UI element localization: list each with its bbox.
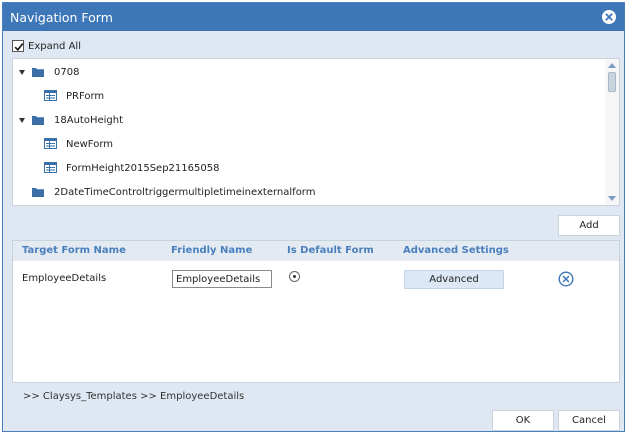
- advanced-settings-button[interactable]: Advanced: [404, 270, 504, 289]
- target-form-name-cell: EmployeeDetails: [22, 273, 107, 284]
- table-header: Target Form Name Friendly Name Is Defaul…: [13, 241, 619, 261]
- form-icon: [44, 162, 57, 173]
- column-header-target-form-name: Target Form Name: [22, 245, 126, 256]
- tree-item-label: 18AutoHeight: [54, 115, 123, 126]
- tree-item-prform[interactable]: PRForm: [13, 86, 603, 108]
- folder-icon: [32, 116, 44, 125]
- dialog-title: Navigation Form: [10, 10, 113, 25]
- tree-item-formheight[interactable]: FormHeight2015Sep21165058: [13, 158, 603, 180]
- scroll-up-arrow-icon[interactable]: [608, 63, 616, 68]
- form-mapping-table: Target Form Name Friendly Name Is Defaul…: [12, 240, 620, 383]
- expand-arrow-icon[interactable]: [19, 70, 25, 75]
- navigation-form-dialog: Navigation Form Expand All 0708 PRForm 1…: [2, 2, 625, 432]
- column-header-advanced-settings: Advanced Settings: [403, 245, 509, 256]
- tree-item-0708[interactable]: 0708: [13, 62, 603, 84]
- form-tree[interactable]: 0708 PRForm 18AutoHeight NewForm FormHei…: [12, 58, 620, 206]
- remove-row-icon[interactable]: [558, 271, 574, 287]
- expand-all-label: Expand All: [28, 41, 81, 52]
- tree-item-18autoheight[interactable]: 18AutoHeight: [13, 110, 603, 132]
- tree-item-label: FormHeight2015Sep21165058: [66, 163, 220, 174]
- folder-icon: [32, 188, 44, 197]
- tree-scrollbar[interactable]: [605, 59, 619, 205]
- tree-item-newform[interactable]: NewForm: [13, 134, 603, 156]
- friendly-name-input[interactable]: [172, 270, 272, 288]
- add-button[interactable]: Add: [558, 215, 620, 236]
- scroll-thumb[interactable]: [608, 72, 616, 92]
- tree-item-label: PRForm: [66, 91, 105, 102]
- tree-item-2datetime[interactable]: 2DateTimeControltriggermultipletimeinext…: [13, 182, 603, 204]
- form-icon: [44, 90, 57, 101]
- column-header-is-default-form: Is Default Form: [287, 245, 374, 256]
- scroll-down-arrow-icon[interactable]: [608, 196, 616, 201]
- cancel-button[interactable]: Cancel: [558, 410, 620, 431]
- default-form-radio[interactable]: [289, 271, 300, 282]
- breadcrumb: >> Claysys_Templates >> EmployeeDetails: [23, 391, 245, 402]
- folder-icon: [32, 68, 44, 77]
- ok-button[interactable]: OK: [492, 410, 554, 431]
- radio-selected-dot: [293, 275, 296, 278]
- form-icon: [44, 138, 57, 149]
- title-bar: Navigation Form: [3, 3, 624, 31]
- tree-item-label: NewForm: [66, 139, 114, 150]
- column-header-friendly-name: Friendly Name: [171, 245, 253, 256]
- close-icon[interactable]: [602, 10, 616, 24]
- tree-item-label: 0708: [54, 67, 80, 78]
- tree-item-label: 2DateTimeControltriggermultipletimeinext…: [54, 187, 316, 198]
- expand-arrow-icon[interactable]: [19, 118, 25, 123]
- expand-all-checkbox[interactable]: [12, 40, 24, 52]
